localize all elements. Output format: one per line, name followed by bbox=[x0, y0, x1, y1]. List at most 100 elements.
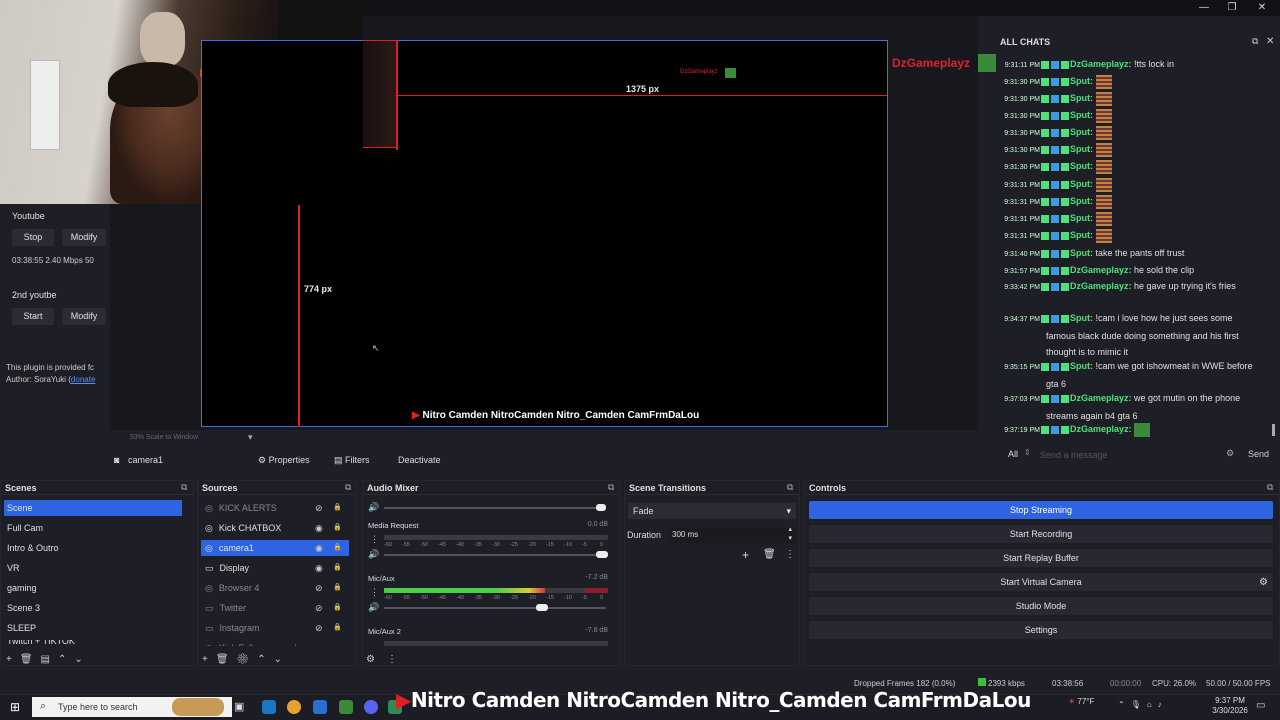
settings-button[interactable]: Settings bbox=[809, 621, 1273, 639]
chat-close-icon[interactable]: ✕ bbox=[1266, 36, 1274, 47]
scene-filter-icon[interactable]: ▤ bbox=[41, 654, 58, 665]
edge-icon[interactable] bbox=[262, 700, 276, 714]
scale-dropdown-icon[interactable]: ▾ bbox=[248, 432, 253, 443]
scene-item[interactable]: gaming bbox=[4, 580, 182, 596]
chat-username[interactable]: DzGameplayz bbox=[1070, 59, 1129, 69]
weather-widget[interactable]: ☀ 77°F bbox=[1068, 697, 1094, 706]
visibility-icon[interactable]: ⊘ bbox=[315, 623, 323, 634]
source-item[interactable]: ▭ Instagram bbox=[201, 620, 349, 636]
scene-item[interactable]: SLEEP bbox=[4, 620, 182, 636]
start-recording-button[interactable]: Start Recording bbox=[809, 525, 1273, 543]
preview-canvas[interactable] bbox=[201, 40, 888, 427]
remove-scene-icon[interactable]: 🗑 bbox=[20, 654, 41, 665]
task-view-icon[interactable]: ▣ bbox=[234, 700, 248, 714]
lock-icon[interactable]: 🔒 bbox=[333, 503, 342, 511]
studio-mode-button[interactable]: Studio Mode bbox=[809, 597, 1273, 615]
filters-button[interactable]: ▤ Filters bbox=[334, 455, 370, 469]
stop-streaming-button[interactable]: Stop Streaming bbox=[809, 501, 1273, 519]
speaker-icon[interactable]: 🔊 bbox=[368, 549, 379, 560]
source-item[interactable]: ◎ Kick CHATBOX bbox=[201, 520, 349, 536]
scene-item[interactable]: Scene 3 bbox=[4, 600, 182, 616]
chat-username[interactable]: Sput bbox=[1070, 361, 1090, 371]
visibility-icon[interactable]: ◉ bbox=[315, 543, 323, 554]
lock-icon[interactable]: 🔒 bbox=[333, 563, 342, 571]
channel-menu-icon[interactable]: ⋮ bbox=[370, 534, 379, 545]
source-item[interactable]: ◎ Browser 4 bbox=[201, 580, 349, 596]
remove-source-icon[interactable]: 🗑 bbox=[216, 654, 237, 665]
store-icon[interactable] bbox=[339, 700, 353, 714]
source-item[interactable]: ◎ KICK ALERTS bbox=[201, 500, 349, 516]
chat-username[interactable]: Sput bbox=[1070, 144, 1090, 154]
chat-username[interactable]: Sput bbox=[1070, 110, 1090, 120]
chat-username[interactable]: Sput bbox=[1070, 196, 1090, 206]
source-props-icon[interactable]: ⚙ bbox=[237, 654, 258, 665]
clock[interactable]: 9:37 PM 3/30/2026 bbox=[1208, 696, 1252, 716]
source-item[interactable]: ◎ Kick Followers goal bbox=[201, 640, 349, 646]
sources-float-icon[interactable]: ⧉ bbox=[345, 482, 351, 493]
source-up-icon[interactable]: ⌃ bbox=[257, 654, 273, 665]
visibility-icon[interactable]: ⊘ bbox=[315, 583, 323, 594]
donate-link[interactable]: donate bbox=[71, 375, 95, 384]
chat-username[interactable]: DzGameplayz bbox=[1070, 281, 1129, 291]
speaker-icon[interactable]: 🔊 bbox=[368, 502, 379, 513]
notifications-icon[interactable]: ▭ bbox=[1256, 700, 1265, 711]
chat-username[interactable]: Sput bbox=[1070, 161, 1090, 171]
mic-icon[interactable]: 🎙 bbox=[1131, 700, 1147, 709]
volume-slider[interactable] bbox=[384, 507, 606, 509]
visibility-icon[interactable]: ⊘ bbox=[315, 503, 323, 514]
delete-transition-icon[interactable]: 🗑 bbox=[763, 549, 776, 560]
volume-slider[interactable] bbox=[384, 554, 606, 556]
channel-menu-icon[interactable]: ⋮ bbox=[370, 587, 379, 598]
chat-username[interactable]: Sput bbox=[1070, 230, 1090, 240]
advanced-audio-icon[interactable]: ⚙ bbox=[366, 654, 387, 665]
visibility-icon[interactable]: ◉ bbox=[315, 563, 323, 574]
mail-icon[interactable] bbox=[313, 700, 327, 714]
scene-item[interactable]: Full Cam bbox=[4, 520, 182, 536]
add-scene-icon[interactable]: + bbox=[6, 654, 20, 665]
volume-slider[interactable] bbox=[384, 607, 606, 609]
chat-filter-select[interactable]: All bbox=[1008, 449, 1018, 459]
source-down-icon[interactable]: ⌄ bbox=[274, 654, 290, 665]
lock-icon[interactable]: 🔒 bbox=[333, 583, 342, 591]
network-icon[interactable]: ⌂ bbox=[1147, 700, 1158, 709]
add-transition-icon[interactable]: + bbox=[742, 548, 749, 562]
chat-username[interactable]: Sput bbox=[1070, 93, 1090, 103]
volume-icon[interactable]: ♪ bbox=[1158, 700, 1168, 709]
chat-username[interactable]: Sput bbox=[1070, 313, 1090, 323]
transition-select[interactable]: Fade ▾ bbox=[628, 503, 796, 519]
chat-username[interactable]: Sput bbox=[1070, 127, 1090, 137]
mixer-float-icon[interactable]: ⧉ bbox=[608, 482, 614, 493]
source-item[interactable]: ◎ camera1 bbox=[201, 540, 349, 556]
minimize-button[interactable]: — bbox=[1196, 2, 1212, 13]
chat-settings-icon[interactable]: ⚙ bbox=[1226, 448, 1234, 459]
mixer-menu-icon[interactable]: ⋮ bbox=[387, 654, 409, 665]
virtual-camera-settings-icon[interactable]: ⚙ bbox=[1259, 577, 1268, 588]
chat-username[interactable]: Sput bbox=[1070, 213, 1090, 223]
chat-username[interactable]: Sput bbox=[1070, 179, 1090, 189]
tray-chevron-icon[interactable]: ⌃ bbox=[1118, 700, 1131, 709]
chat-username[interactable]: DzGameplayz bbox=[1070, 265, 1129, 275]
chat-scrollbar[interactable] bbox=[1272, 424, 1275, 436]
chrome-icon[interactable] bbox=[287, 700, 301, 714]
volume-knob[interactable] bbox=[536, 604, 548, 611]
speaker-icon[interactable]: 🔊 bbox=[368, 602, 379, 613]
chat-username[interactable]: DzGameplayz bbox=[1070, 393, 1129, 403]
duration-input[interactable]: 300 ms ▴ ▾ bbox=[668, 526, 796, 543]
visibility-icon[interactable]: ◉ bbox=[315, 523, 323, 534]
filter-chevron-icon[interactable]: ⇕ bbox=[1024, 448, 1031, 457]
properties-button[interactable]: ⚙ Properties bbox=[258, 455, 310, 469]
volume-knob[interactable] bbox=[596, 551, 608, 558]
scene-item[interactable]: Scene bbox=[4, 500, 182, 516]
stream2-start-button[interactable]: Start bbox=[12, 308, 54, 325]
scene-item[interactable]: VR bbox=[4, 560, 182, 576]
chat-username[interactable]: Sput bbox=[1070, 248, 1090, 258]
stream1-stop-button[interactable]: Stop bbox=[12, 229, 54, 246]
chat-message-input[interactable]: Send a message bbox=[1040, 447, 1230, 463]
scale-text[interactable]: 53% Scale to Window bbox=[130, 434, 198, 441]
stream2-modify-button[interactable]: Modify bbox=[62, 308, 106, 325]
move-down-icon[interactable]: ⌄ bbox=[74, 654, 90, 665]
move-up-icon[interactable]: ⌃ bbox=[58, 654, 74, 665]
lock-icon[interactable]: 🔒 bbox=[333, 543, 342, 551]
scene-item[interactable]: Intro & Outro bbox=[4, 540, 182, 556]
chat-username[interactable]: Sput bbox=[1070, 76, 1090, 86]
